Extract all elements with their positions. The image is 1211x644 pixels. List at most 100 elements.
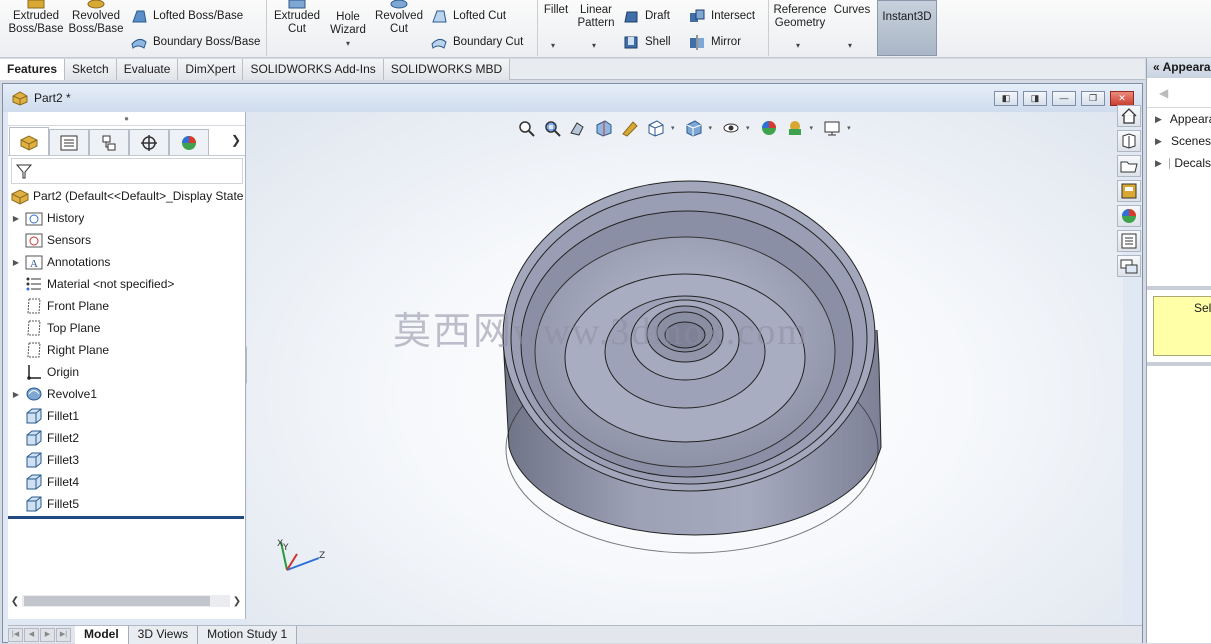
tree-item-fillet4[interactable]: Fillet4 bbox=[8, 471, 245, 493]
graphics-area[interactable]: ▾ ▾ ▾ ▾ ▾ bbox=[247, 112, 1123, 626]
instant3d-toggle[interactable]: Instant3D bbox=[877, 0, 937, 56]
tab-display-manager[interactable] bbox=[169, 129, 209, 155]
tab-motion-study[interactable]: Motion Study 1 bbox=[198, 626, 297, 644]
ribbon-separator bbox=[537, 0, 538, 56]
tree-item-fillet1[interactable]: Fillet1 bbox=[8, 405, 245, 427]
expand-icon[interactable]: ▶ bbox=[1155, 136, 1162, 147]
prev-tab-icon[interactable]: ◀ bbox=[24, 628, 39, 642]
rollback-bar[interactable] bbox=[8, 516, 244, 519]
tab-property-manager[interactable] bbox=[49, 129, 89, 155]
appearances-scenes-icon[interactable] bbox=[1117, 205, 1141, 227]
tile-left-icon[interactable]: ◧ bbox=[994, 91, 1018, 106]
tree-item-revolve1[interactable]: ▶ Revolve1 bbox=[8, 383, 245, 405]
reference-geometry-dropdown-icon[interactable]: ▾ bbox=[796, 39, 800, 52]
expand-icon[interactable]: ▶ bbox=[8, 390, 24, 399]
linear-pattern-button[interactable]: Linear Pattern bbox=[574, 4, 618, 30]
reference-geometry-button[interactable]: Reference Geometry bbox=[772, 4, 828, 30]
boundary-cut-button[interactable]: Boundary Cut bbox=[430, 34, 523, 50]
tree-item-right-plane[interactable]: Right Plane bbox=[8, 339, 245, 361]
scroll-left-icon[interactable]: ❮ bbox=[8, 596, 22, 607]
fillet-dropdown-icon[interactable]: ▾ bbox=[551, 39, 555, 52]
scroll-thumb[interactable] bbox=[24, 596, 210, 606]
close-icon[interactable]: ✕ bbox=[1110, 91, 1134, 106]
tab-scroll-arrows: |◀ ◀ ▶ ▶| bbox=[8, 628, 71, 642]
shell-button[interactable]: Shell bbox=[622, 34, 671, 50]
tree-item-label: Fillet3 bbox=[47, 453, 79, 467]
tree-item-fillet5[interactable]: Fillet5 bbox=[8, 493, 245, 515]
revolved-cut-button[interactable]: Revolved Cut bbox=[372, 0, 426, 58]
tree-item-material[interactable]: Material <not specified> bbox=[8, 273, 245, 295]
hole-wizard-dropdown-icon[interactable]: ▾ bbox=[346, 37, 350, 50]
tab-configuration-manager[interactable] bbox=[89, 129, 129, 155]
tab-sketch[interactable]: Sketch bbox=[65, 59, 117, 80]
tree-item-history[interactable]: ▶ History bbox=[8, 207, 245, 229]
document-titlebar[interactable]: Part2 * ◧ ◨ — ❐ ✕ bbox=[3, 84, 1142, 112]
tree-item-sensors[interactable]: Sensors bbox=[8, 229, 245, 251]
tree-item-origin[interactable]: Origin bbox=[8, 361, 245, 383]
tree-filter[interactable] bbox=[11, 158, 243, 184]
tree-item-front-plane[interactable]: Front Plane bbox=[8, 295, 245, 317]
last-tab-icon[interactable]: ▶| bbox=[56, 628, 71, 642]
minimize-icon[interactable]: — bbox=[1052, 91, 1076, 106]
task-pane-divider[interactable] bbox=[1147, 286, 1211, 290]
first-tab-icon[interactable]: |◀ bbox=[8, 628, 23, 642]
panel-grip-icon[interactable]: ● bbox=[8, 112, 245, 126]
model-view-tabs: |◀ ◀ ▶ ▶| Model 3D Views Motion Study 1 bbox=[8, 625, 1142, 643]
tree-horizontal-scrollbar[interactable]: ❮ ❯ bbox=[8, 593, 244, 609]
tab-features[interactable]: Features bbox=[0, 59, 65, 80]
expand-icon[interactable]: ▶ bbox=[8, 214, 24, 223]
boundary-boss-button[interactable]: Boundary Boss/Base bbox=[130, 34, 260, 50]
task-pane-item-decals[interactable]: ▶ Decals bbox=[1147, 152, 1211, 174]
display-manager-icon bbox=[180, 134, 198, 152]
tile-right-icon[interactable]: ◨ bbox=[1023, 91, 1047, 106]
tree-item-fillet2[interactable]: Fillet2 bbox=[8, 427, 245, 449]
tree-item-fillet3[interactable]: Fillet3 bbox=[8, 449, 245, 471]
tab-addins[interactable]: SOLIDWORKS Add-Ins bbox=[243, 59, 383, 80]
curves-button[interactable]: Curves bbox=[832, 4, 872, 17]
restore-icon[interactable]: ❐ bbox=[1081, 91, 1105, 106]
tab-model[interactable]: Model bbox=[75, 626, 129, 644]
expand-icon[interactable]: ▶ bbox=[8, 258, 24, 267]
scroll-right-icon[interactable]: ❯ bbox=[230, 596, 244, 607]
tab-3d-views[interactable]: 3D Views bbox=[129, 626, 198, 644]
expand-icon[interactable]: ▶ bbox=[1155, 158, 1162, 169]
part-model[interactable] bbox=[247, 112, 1123, 626]
forum-icon[interactable] bbox=[1117, 255, 1141, 277]
extruded-cut-button[interactable]: Extruded Cut bbox=[270, 0, 324, 58]
revolved-boss-button[interactable]: Revolved Boss/Base bbox=[66, 0, 126, 58]
task-pane-item-appearances[interactable]: ▶ Appearances bbox=[1147, 108, 1211, 130]
lofted-cut-button[interactable]: Lofted Cut bbox=[430, 8, 506, 24]
tab-dimxpert-manager[interactable] bbox=[129, 129, 169, 155]
curves-dropdown-icon[interactable]: ▾ bbox=[848, 39, 852, 52]
tab-dimxpert[interactable]: DimXpert bbox=[178, 59, 243, 80]
back-arrow-icon[interactable]: ◀ bbox=[1159, 86, 1168, 100]
chevron-right-icon[interactable]: ❯ bbox=[231, 133, 241, 147]
task-pane-header[interactable]: « Appearances bbox=[1147, 58, 1211, 78]
draft-button[interactable]: Draft bbox=[622, 8, 670, 24]
mirror-button[interactable]: Mirror bbox=[688, 34, 741, 50]
fillet-button[interactable]: Fillet bbox=[540, 4, 572, 17]
file-explorer-icon[interactable] bbox=[1117, 155, 1141, 177]
intersect-button[interactable]: Intersect bbox=[688, 8, 755, 24]
tree-root-part[interactable]: Part2 (Default<<Default>_Display State bbox=[8, 185, 245, 207]
tab-mbd[interactable]: SOLIDWORKS MBD bbox=[384, 59, 510, 80]
tab-evaluate[interactable]: Evaluate bbox=[117, 59, 179, 80]
custom-properties-icon[interactable] bbox=[1117, 230, 1141, 252]
task-pane-item-scenes[interactable]: ▶ Scenes bbox=[1147, 130, 1211, 152]
task-pane-divider[interactable] bbox=[1147, 362, 1211, 366]
tree-item-top-plane[interactable]: Top Plane bbox=[8, 317, 245, 339]
extruded-boss-label: Extruded Boss/Base bbox=[9, 10, 64, 36]
tree-item-annotations[interactable]: ▶ A Annotations bbox=[8, 251, 245, 273]
home-icon[interactable] bbox=[1117, 105, 1141, 127]
extruded-boss-button[interactable]: Extruded Boss/Base bbox=[6, 0, 66, 58]
view-palette-icon[interactable] bbox=[1117, 180, 1141, 202]
revolve-icon bbox=[24, 385, 44, 403]
lofted-boss-button[interactable]: Lofted Boss/Base bbox=[130, 8, 243, 24]
tab-feature-tree[interactable] bbox=[9, 127, 49, 155]
design-library-icon[interactable] bbox=[1117, 130, 1141, 152]
lofted-boss-icon bbox=[130, 8, 148, 24]
linear-pattern-dropdown-icon[interactable]: ▾ bbox=[592, 39, 596, 52]
hole-wizard-button[interactable]: Hole Wizard ▾ bbox=[324, 0, 372, 58]
next-tab-icon[interactable]: ▶ bbox=[40, 628, 55, 642]
expand-icon[interactable]: ▶ bbox=[1155, 114, 1162, 125]
